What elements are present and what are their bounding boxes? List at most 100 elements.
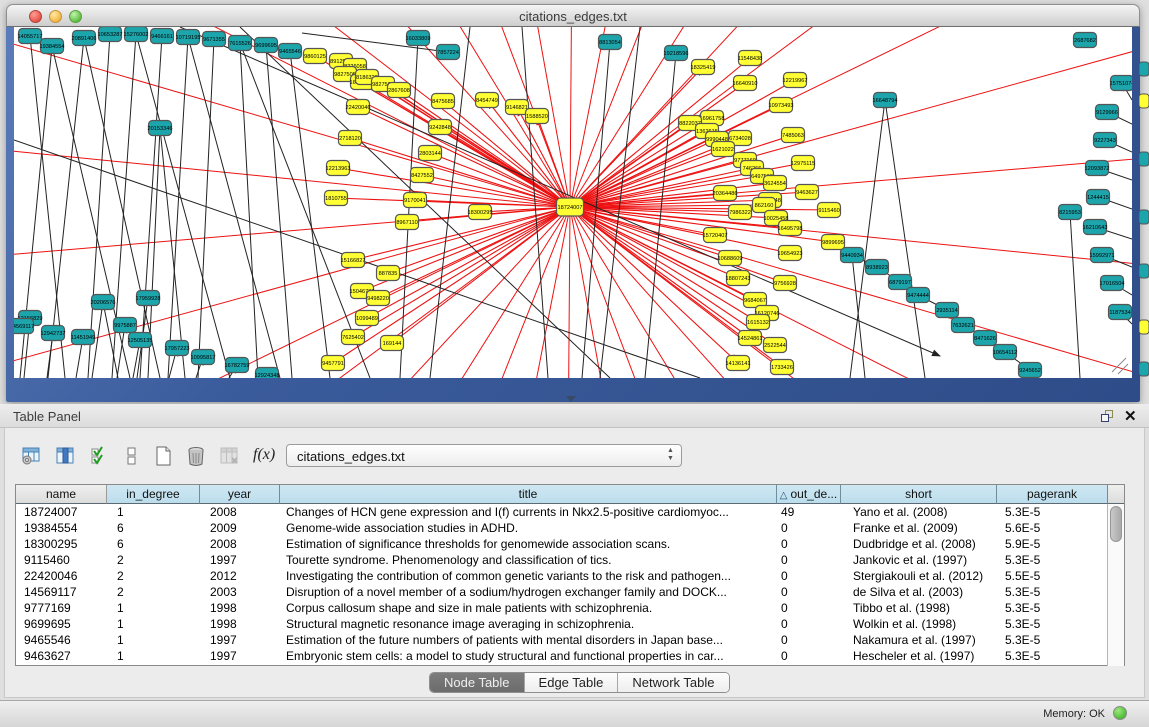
table-row[interactable]: 946554611997Estimation of the future num… xyxy=(16,632,1108,648)
background-node-fragment xyxy=(1139,94,1149,108)
unselect-rows-icon[interactable] xyxy=(119,444,145,468)
table-cell-year: 2012 xyxy=(210,568,278,584)
graph-node-label: 16961758 xyxy=(700,116,725,122)
graph-node-label: 18300295 xyxy=(468,210,493,216)
network-canvas[interactable]: 1405571719384554208914061065328715276002… xyxy=(14,27,1132,378)
table-row[interactable]: 1456911722003Disruption of a novel membe… xyxy=(16,584,1108,600)
graph-node-label: 8454749 xyxy=(476,98,498,104)
graph-node-label: 10995817 xyxy=(191,355,216,361)
graph-edge xyxy=(850,100,885,378)
delete-columns-icon[interactable] xyxy=(217,444,243,468)
graph-node-label: 1099489 xyxy=(356,316,378,322)
resize-grip[interactable] xyxy=(1118,364,1128,374)
table-source-value: citations_edges.txt xyxy=(297,449,405,464)
table-cell-name: 9699695 xyxy=(24,616,105,632)
column-header-out_degree[interactable]: △out_de... xyxy=(777,485,841,504)
background-node-fragment xyxy=(1139,210,1149,224)
graph-node-label: 12213963 xyxy=(326,166,351,172)
graph-edge xyxy=(290,51,330,378)
table-row[interactable]: 2242004622012Investigating the contribut… xyxy=(16,568,1108,584)
graph-node-label: 19654923 xyxy=(778,251,803,257)
tab-network-table[interactable]: Network Table xyxy=(618,673,728,693)
table-cell-short: de Silva et al. (2003) xyxy=(853,584,995,600)
graph-node-label: 20153346 xyxy=(148,126,173,132)
delete-table-icon[interactable] xyxy=(183,444,209,468)
select-rows-icon[interactable] xyxy=(87,444,113,468)
window-title: citations_edges.txt xyxy=(7,9,1139,24)
graph-node-label: 9699695 xyxy=(255,43,277,49)
table-cell-year: 1998 xyxy=(210,600,278,616)
graph-node-label: 10654112 xyxy=(993,350,1017,356)
table-cell-pagerank: 5.3E-5 xyxy=(1005,648,1106,664)
graph-edge xyxy=(570,80,795,207)
tab-edge-table[interactable]: Edge Table xyxy=(525,673,619,693)
table-row[interactable]: 977716911998Corpus callosum shape and si… xyxy=(16,600,1108,616)
graph-node-label: 12219967 xyxy=(783,78,808,84)
graph-node-label: 8475685 xyxy=(432,99,454,105)
table-row[interactable]: 1938455462009Genome-wide association stu… xyxy=(16,520,1108,536)
close-panel-icon[interactable]: ✕ xyxy=(1124,407,1137,425)
table-cell-in_degree: 1 xyxy=(117,648,198,664)
graph-node-label: 9242848 xyxy=(429,125,451,131)
node-table[interactable]: namein_degreeyeartitle△out_de...shortpag… xyxy=(15,484,1125,666)
table-cell-title: Estimation of the future numbers of pati… xyxy=(286,632,775,648)
graph-node-label: 2522544 xyxy=(764,343,786,349)
table-cell-out_degree: 0 xyxy=(781,648,839,664)
network-graph[interactable]: 1405571719384554208914061065328715276002… xyxy=(14,27,1132,378)
table-row[interactable]: 1872400712008Changes of HCN gene express… xyxy=(16,504,1108,520)
table-cell-short: Hescheler et al. (1997) xyxy=(853,648,995,664)
graph-node-label: 22420046 xyxy=(346,105,371,111)
table-cell-in_degree: 1 xyxy=(117,632,198,648)
table-row[interactable]: 1830029562008Estimation of significance … xyxy=(16,536,1108,552)
float-panel-icon[interactable] xyxy=(1101,410,1114,423)
memory-status-icon[interactable] xyxy=(1113,706,1127,720)
splitter-handle[interactable] xyxy=(566,396,576,402)
graph-node-label: 15276002 xyxy=(124,32,149,38)
graph-node-label: 9899695 xyxy=(822,240,844,246)
background-node-fragment xyxy=(1139,62,1149,76)
graph-node-label: 9463627 xyxy=(796,190,818,196)
graph-node-label: 6734028 xyxy=(729,136,751,142)
table-scrollbar[interactable] xyxy=(1107,504,1124,666)
column-header-year[interactable]: year xyxy=(200,485,280,504)
graph-node-label: 16495798 xyxy=(778,226,803,232)
table-cell-short: Dudbridge et al. (2008) xyxy=(853,536,995,552)
tab-node-table[interactable]: Node Table xyxy=(430,673,525,693)
table-cell-name: 19384554 xyxy=(24,520,105,536)
memory-status-label: Memory: OK xyxy=(1043,708,1105,720)
resize-grip[interactable] xyxy=(1112,358,1126,372)
column-header-title[interactable]: title xyxy=(280,485,777,504)
table-cell-out_degree: 0 xyxy=(781,616,839,632)
table-row[interactable]: 946362711997Embryonic stem cells: a mode… xyxy=(16,648,1108,664)
graph-node-label: 16640910 xyxy=(733,81,758,87)
function-builder-icon[interactable]: f(x) xyxy=(253,446,275,464)
sort-indicator-icon: △ xyxy=(780,490,788,501)
table-settings-icon[interactable] xyxy=(19,444,45,468)
table-source-dropdown[interactable]: citations_edges.txt ▲▼ xyxy=(286,444,682,467)
table-cell-title: Corpus callosum shape and size in male p… xyxy=(286,600,775,616)
graph-node-label: 14524861 xyxy=(738,336,763,342)
graph-node-label: 9671355 xyxy=(203,37,225,43)
column-chooser-icon[interactable] xyxy=(53,444,79,468)
graph-node-label: 7986322 xyxy=(729,210,751,216)
graph-node-label: 15166827 xyxy=(341,258,366,264)
graph-node-label: 7857224 xyxy=(437,50,459,56)
column-header-name[interactable]: name xyxy=(16,485,107,504)
graph-edge xyxy=(645,53,676,378)
dropdown-stepper-icon: ▲▼ xyxy=(663,447,678,464)
column-header-in_degree[interactable]: in_degree xyxy=(107,485,200,504)
column-header-short[interactable]: short xyxy=(841,485,997,504)
graph-node-label: 2803144 xyxy=(419,151,441,157)
graph-node-label: 17957223 xyxy=(165,346,190,352)
graph-node-label: 1187534 xyxy=(1109,310,1130,316)
table-row[interactable]: 911546021997Tourette syndrome. Phenomeno… xyxy=(16,552,1108,568)
graph-node-label: 17016504 xyxy=(1100,281,1125,287)
new-table-icon[interactable] xyxy=(151,444,177,468)
table-row[interactable]: 969969511998Structural magnetic resonanc… xyxy=(16,616,1108,632)
column-header-pagerank[interactable]: pagerank xyxy=(997,485,1108,504)
scrollbar-thumb[interactable] xyxy=(1110,506,1122,542)
table-cell-year: 2008 xyxy=(210,504,278,520)
graph-node-label: 9860125 xyxy=(304,54,326,60)
window-titlebar[interactable]: citations_edges.txt xyxy=(6,4,1140,27)
table-panel-titlebar: Table Panel ✕ xyxy=(0,404,1149,428)
